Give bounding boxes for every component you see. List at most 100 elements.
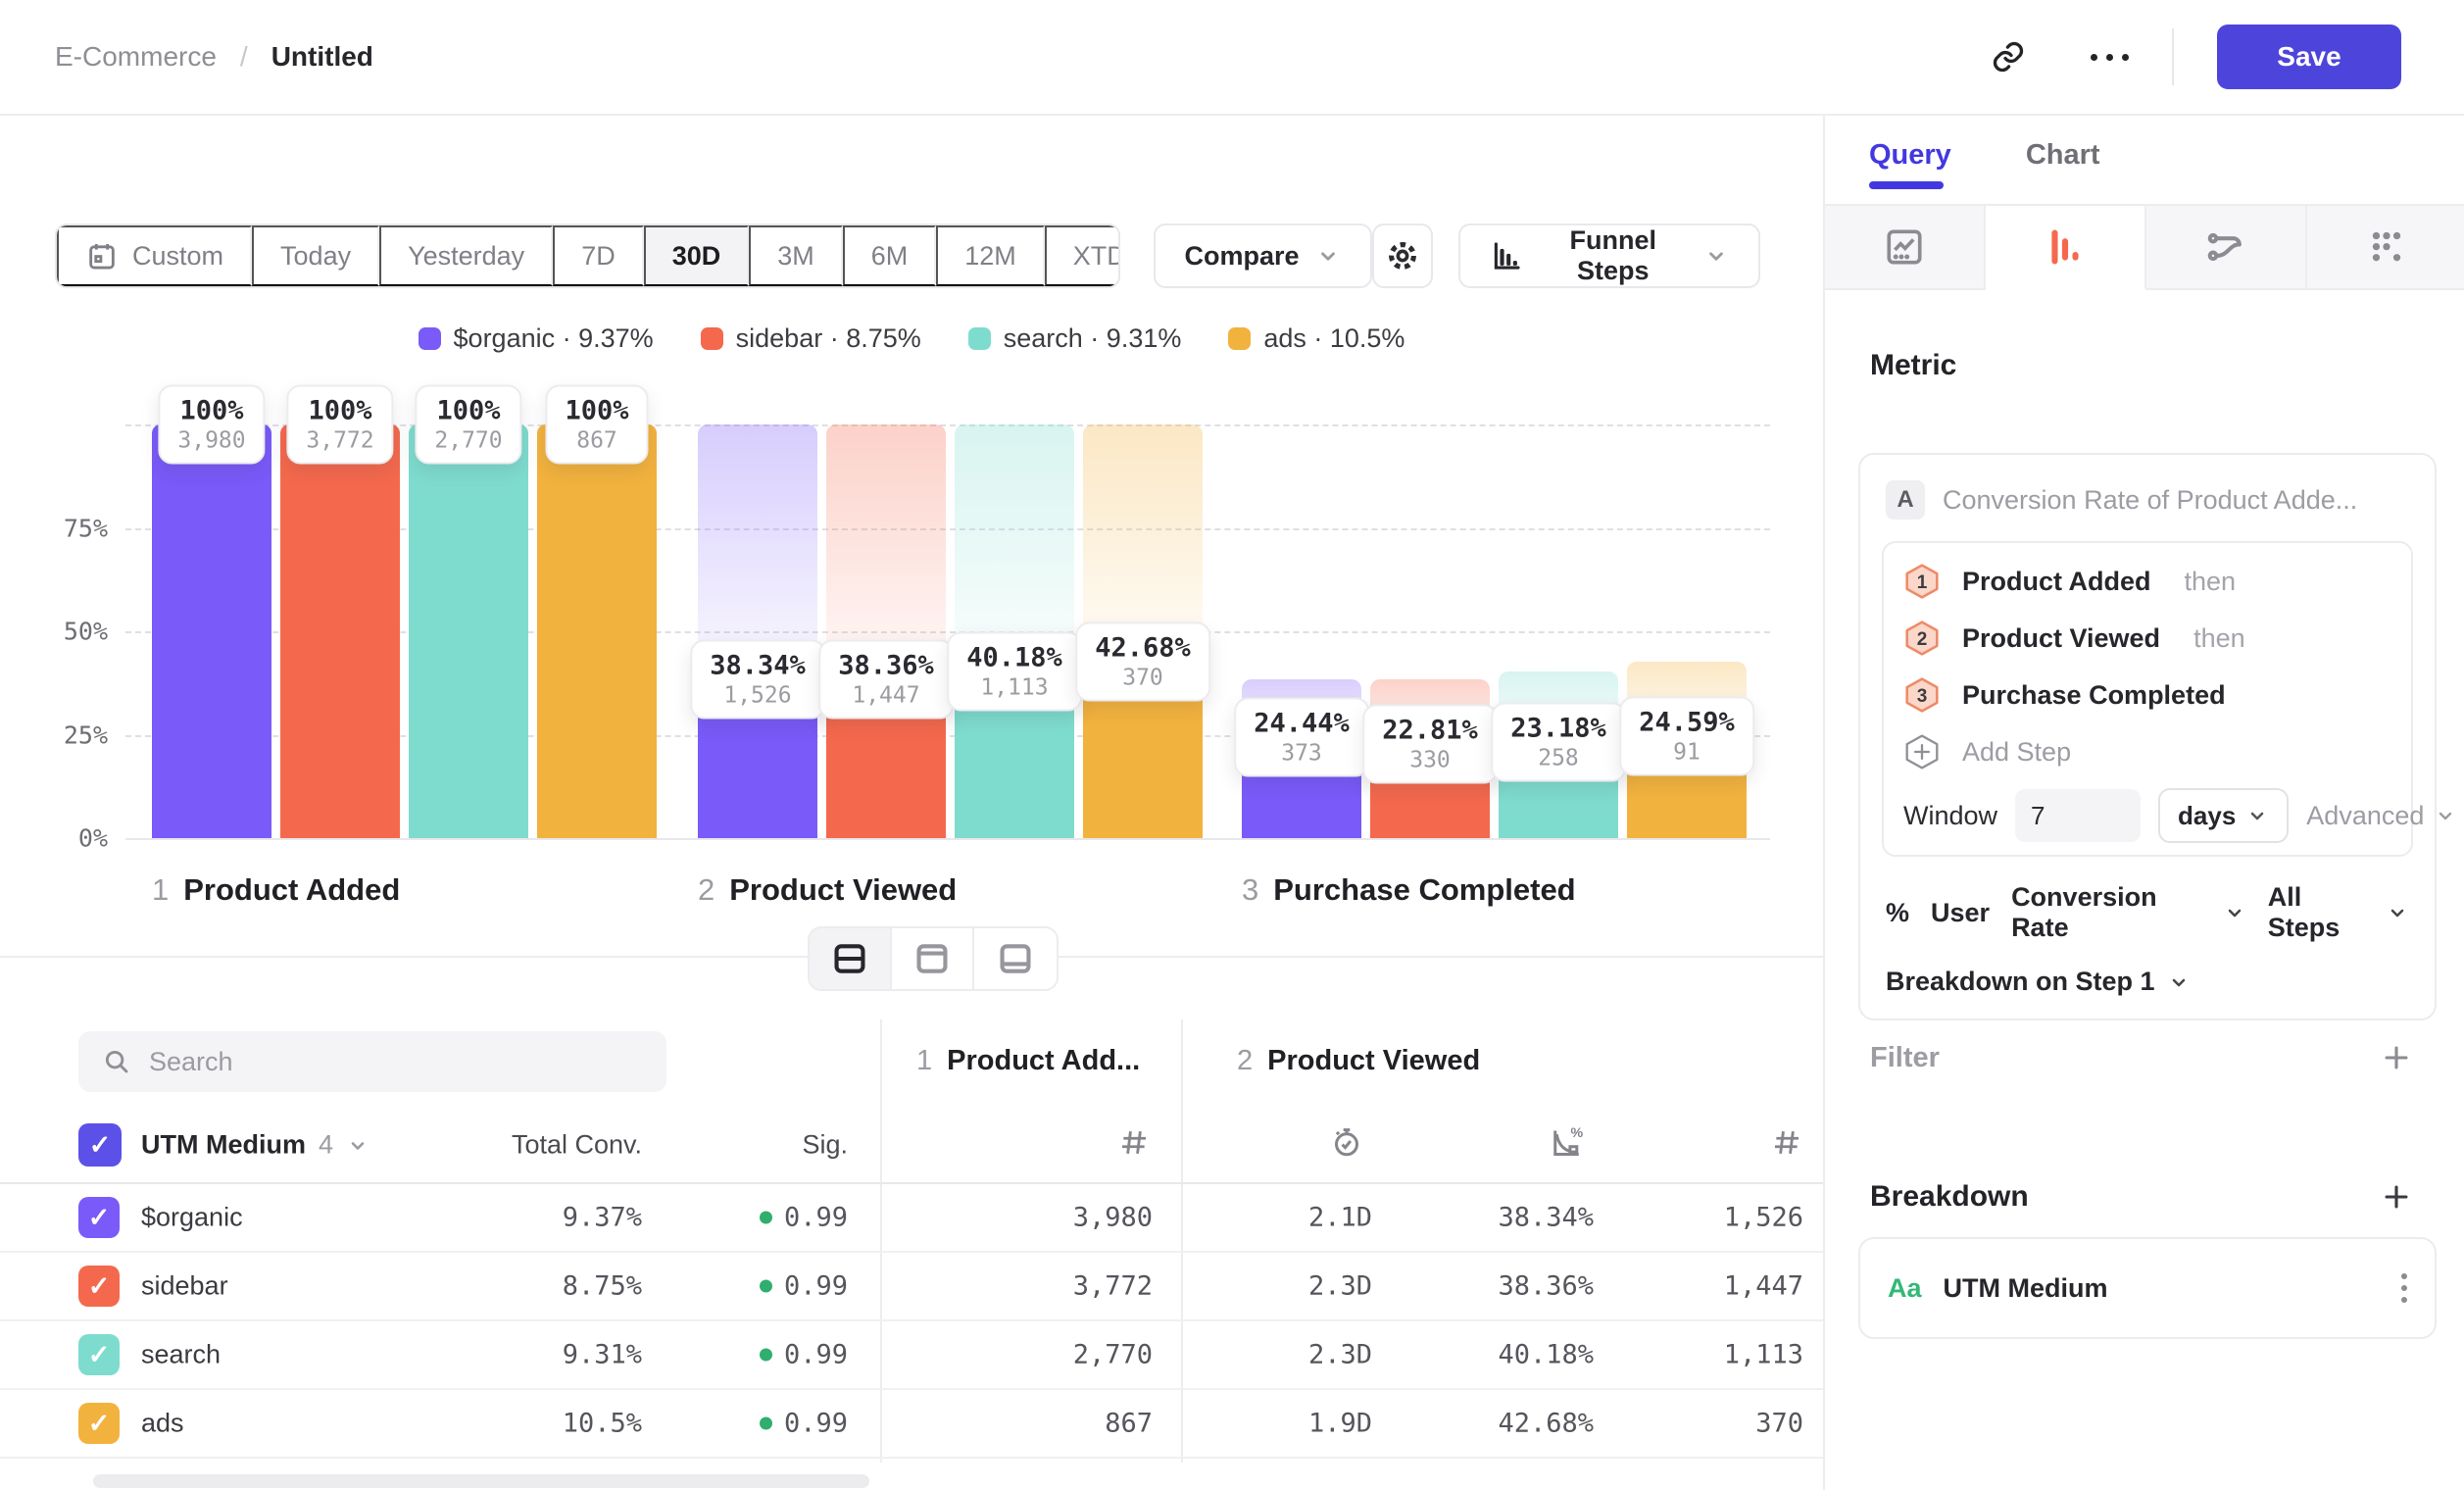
funnel-tab-icon[interactable] — [1986, 206, 2146, 290]
bar-count-label: 2,770 — [434, 428, 502, 454]
percent-symbol[interactable]: % — [1886, 898, 1909, 928]
c1-cell: 867 — [941, 1409, 1153, 1439]
advanced-toggle[interactable]: Advanced — [2306, 801, 2457, 831]
save-button[interactable]: Save — [2217, 25, 2401, 89]
table-search — [78, 1031, 666, 1092]
breakdown-on-select[interactable]: Breakdown on Step 1 — [1882, 967, 2413, 1001]
select-all-checkbox[interactable]: ✓ — [78, 1123, 122, 1167]
row-checkbox[interactable]: ✓ — [78, 1403, 120, 1444]
c2-cell: 370 — [1627, 1409, 1803, 1439]
sig-value: 0.99 — [784, 1271, 848, 1302]
row-checkbox[interactable]: ✓ — [78, 1266, 120, 1307]
bar-pct-label: 23.18% — [1510, 714, 1606, 744]
avg-time-column-icon[interactable] — [1329, 1125, 1364, 1166]
line-chart-tab-icon[interactable] — [1825, 206, 1986, 290]
kebab-menu-icon[interactable] — [2401, 1273, 2407, 1303]
sig-value: 0.99 — [784, 1203, 848, 1233]
bar-pct-label: 38.36% — [838, 651, 934, 681]
funnel-steps-card: 1Product Addedthen2Product Viewedthen3Pu… — [1882, 541, 2413, 857]
total-cell: 8.75% — [431, 1271, 642, 1302]
table-step-header: 1Product Add... — [916, 1045, 1140, 1077]
group-column-header[interactable]: UTM Medium 4 — [141, 1130, 370, 1161]
scope-select[interactable]: All Steps — [2268, 882, 2409, 943]
funnel-step-row[interactable]: 3Purchase Completed — [1903, 667, 2391, 723]
bar-value-label: 23.18%258 — [1491, 703, 1626, 782]
time-cell: 2.1D — [1215, 1203, 1372, 1233]
sig-dot — [760, 1417, 772, 1430]
row-name: sidebar — [141, 1271, 228, 1302]
funnel-bar-ads-step1[interactable] — [537, 424, 657, 838]
top-bar: E-Commerce / Untitled Save — [0, 0, 2464, 116]
bar-count-label: 1,526 — [710, 683, 806, 709]
query-panel: Query Chart Metric A Conversion Rate of … — [1823, 116, 2464, 1490]
measure-label: Conversion Rate — [2011, 882, 2213, 943]
funnel-bar-sidebar-step1[interactable] — [280, 424, 400, 838]
layout-bottom-panel-icon[interactable] — [974, 928, 1057, 989]
funnel-step-row[interactable]: 2Product Viewedthen — [1903, 610, 2391, 667]
table-body: ✓$organic9.37%3,9802.1D38.34%1,5260.99✓s… — [0, 1184, 1823, 1459]
step-name: Product Viewed — [729, 872, 957, 908]
breadcrumb-workspace[interactable]: E-Commerce — [55, 41, 217, 73]
tab-query[interactable]: Query — [1869, 139, 1951, 189]
funnel-bar-organic-step1[interactable] — [152, 424, 271, 838]
bar-pct-label: 22.81% — [1382, 715, 1478, 745]
add-step-button[interactable]: Add Step — [1903, 723, 2391, 780]
steps-list: 1Product Addedthen2Product Viewedthen3Pu… — [1903, 553, 2391, 780]
conv-cell: 38.34% — [1421, 1203, 1594, 1233]
link-icon[interactable] — [1983, 31, 2034, 82]
y-axis-tick: 25% — [29, 720, 108, 749]
row-checkbox[interactable]: ✓ — [78, 1334, 120, 1375]
breakdown-item[interactable]: Aa UTM Medium — [1858, 1237, 2437, 1339]
bar-count-label: 330 — [1382, 747, 1478, 772]
c2-cell: 1,526 — [1627, 1203, 1803, 1233]
row-checkbox[interactable]: ✓ — [78, 1197, 120, 1238]
sig-cell: 0.99 — [676, 1271, 848, 1302]
metric-badge: A — [1886, 480, 1925, 520]
layout-top-panel-icon[interactable] — [892, 928, 974, 989]
funnel-bar-search-step1[interactable] — [409, 424, 528, 838]
conv-cell: 40.18% — [1421, 1340, 1594, 1370]
horizontal-scrollbar[interactable] — [93, 1474, 869, 1488]
bar-count-label: 3,772 — [306, 428, 373, 454]
layout-split-icon[interactable] — [810, 928, 892, 989]
window-unit-select[interactable]: days — [2158, 788, 2289, 843]
bar-value-label: 38.36%1,447 — [818, 640, 954, 720]
grid-dots-tab-icon[interactable] — [2307, 206, 2464, 290]
measure-select[interactable]: Conversion Rate — [2011, 882, 2246, 943]
bar-pct-label: 24.59% — [1639, 708, 1735, 738]
bar-count-label: 1,447 — [838, 683, 934, 709]
search-input[interactable] — [149, 1047, 643, 1077]
window-value-input[interactable] — [2015, 789, 2141, 842]
step-header-label: Product Viewed — [1267, 1045, 1480, 1077]
bar-count-label: 3,980 — [177, 428, 245, 454]
conversion-column-icon[interactable]: % — [1549, 1125, 1584, 1166]
chevron-down-icon — [346, 1133, 370, 1157]
add-filter-icon[interactable] — [2380, 1041, 2413, 1074]
add-breakdown-icon[interactable] — [2380, 1180, 2413, 1214]
panel-tabs: Query Chart — [1869, 139, 2100, 189]
step-number-badge: 3 — [1903, 676, 1941, 714]
breadcrumb-title[interactable]: Untitled — [271, 41, 373, 73]
more-menu-icon[interactable] — [2091, 54, 2129, 61]
metric-card: A Conversion Rate of Product Adde... 1Pr… — [1858, 453, 2437, 1020]
funnel-step-row[interactable]: 1Product Addedthen — [1903, 553, 2391, 610]
main-content: CustomTodayYesterday7D30D3M6M12MXTD Comp… — [0, 116, 1823, 1490]
tab-chart[interactable]: Chart — [2026, 139, 2100, 189]
funnel-chart: 75%50%25%0%100%3,980100%3,772100%2,77010… — [0, 116, 1823, 959]
sig-header[interactable]: Sig. — [676, 1130, 848, 1161]
sig-value: 0.99 — [784, 1340, 848, 1370]
total-conv-header[interactable]: Total Conv. — [431, 1130, 642, 1161]
step-name: Purchase Completed — [1273, 872, 1575, 908]
y-axis-tick: 0% — [29, 824, 108, 853]
counting-entity[interactable]: User — [1931, 898, 1990, 928]
metric-name-row[interactable]: A Conversion Rate of Product Adde... — [1882, 474, 2413, 525]
step-suffix: then — [2185, 567, 2237, 597]
count-column-icon[interactable] — [1117, 1126, 1151, 1165]
flow-tab-icon[interactable] — [2146, 206, 2307, 290]
breadcrumb: E-Commerce / Untitled — [0, 41, 373, 73]
count-column-icon[interactable] — [1770, 1126, 1803, 1165]
table-header-row: ✓ UTM Medium 4 Total Conv. Sig. % — [0, 1108, 1823, 1184]
breakdown-section: Breakdown — [1870, 1180, 2413, 1214]
time-cell: 1.9D — [1215, 1409, 1372, 1439]
bar-pct-label: 100% — [434, 396, 502, 426]
